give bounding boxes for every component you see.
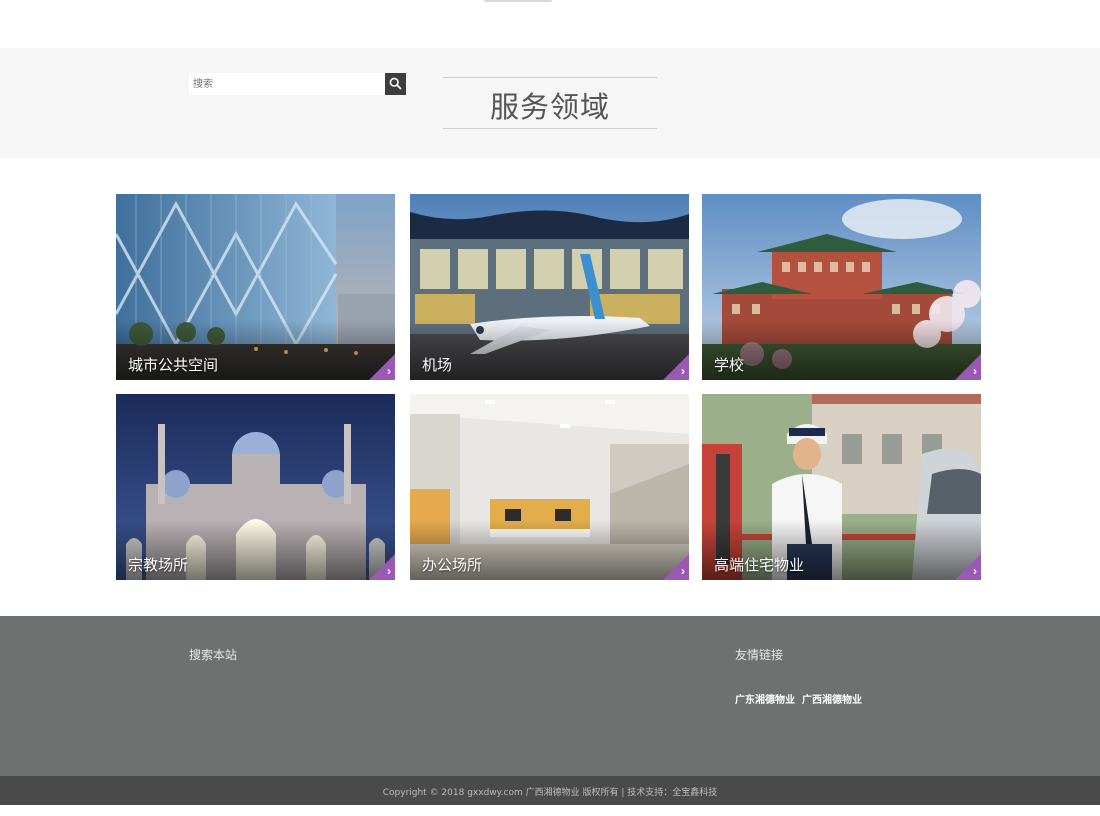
- copyright-text: Copyright © 2018 gxxdwy.com 广西湘德物业 版权所有 …: [382, 788, 718, 798]
- divider: [443, 128, 657, 129]
- service-card-school[interactable]: 学校 ›: [702, 194, 981, 380]
- chevron-right-icon: ›: [973, 364, 977, 378]
- search-icon: [389, 77, 402, 90]
- section-title: 服务领域: [489, 90, 610, 124]
- friend-link-guangxi[interactable]: 广西湘德物业: [802, 695, 862, 706]
- site-search-input[interactable]: [189, 73, 385, 95]
- corner-badge: [955, 554, 981, 580]
- friend-link-guangdong[interactable]: 广东湘德物业: [735, 695, 795, 706]
- service-card-city-public-space[interactable]: 城市公共空间 ›: [116, 194, 395, 380]
- card-label: 学校: [714, 356, 745, 374]
- card-label: 城市公共空间: [128, 356, 219, 374]
- chevron-right-icon: ›: [973, 564, 977, 578]
- chevron-right-icon: ›: [387, 564, 391, 578]
- card-label: 宗教场所: [128, 556, 189, 574]
- search-section-title: 搜索本站: [189, 648, 238, 662]
- copyright-bar: Copyright © 2018 gxxdwy.com 广西湘德物业 版权所有 …: [0, 776, 1100, 805]
- friend-links: 广东湘德物业 广西湘德物业: [735, 691, 869, 706]
- service-card-religious-site[interactable]: 宗教场所 ›: [116, 394, 395, 580]
- search-button[interactable]: [385, 73, 406, 95]
- service-card-office[interactable]: 办公场所 ›: [410, 394, 689, 580]
- service-card-residential-property[interactable]: 高端住宅物业 ›: [702, 394, 981, 580]
- bottom-spacer: [0, 805, 1100, 816]
- card-label: 高端住宅物业: [714, 556, 805, 574]
- corner-badge: [663, 354, 689, 380]
- corner-badge: [369, 354, 395, 380]
- service-card-airport[interactable]: 机场 ›: [410, 194, 689, 380]
- corner-badge: [955, 354, 981, 380]
- divider: [443, 77, 657, 78]
- card-label: 机场: [422, 356, 453, 374]
- chevron-right-icon: ›: [681, 564, 685, 578]
- top-strip: [0, 0, 1100, 48]
- section-header: 服务领域: [0, 48, 1100, 158]
- corner-badge: [369, 554, 395, 580]
- site-footer: 搜索本站 友情链接 广东湘德物业 广西湘德物业: [0, 616, 1100, 776]
- corner-badge: [663, 554, 689, 580]
- cropped-text: [484, 0, 552, 2]
- card-label: 办公场所: [422, 556, 483, 574]
- chevron-right-icon: ›: [387, 364, 391, 378]
- chevron-right-icon: ›: [681, 364, 685, 378]
- friend-links-title: 友情链接: [735, 648, 784, 662]
